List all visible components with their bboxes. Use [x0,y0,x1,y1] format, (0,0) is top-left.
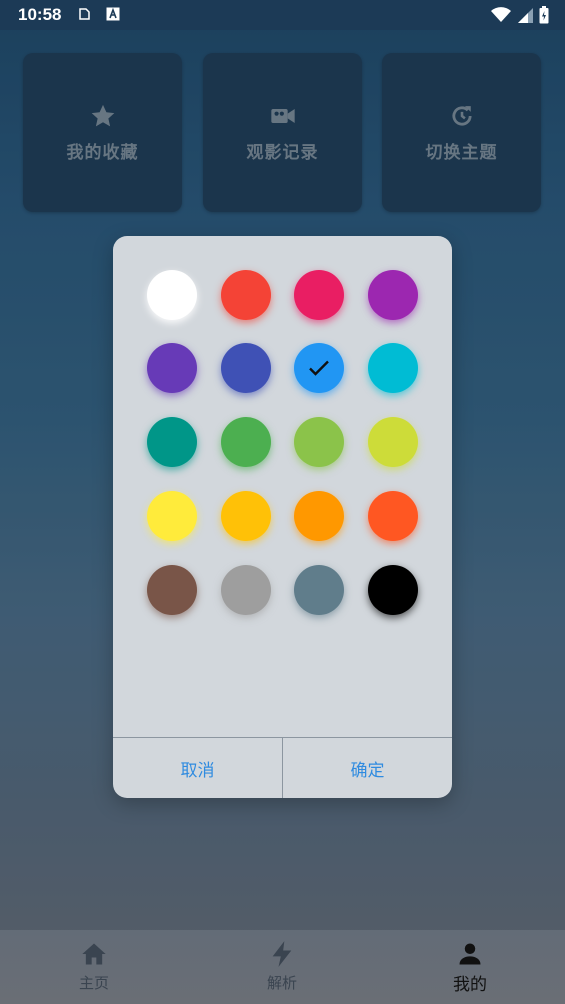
cancel-button[interactable]: 取消 [113,738,282,798]
signal-icon [518,8,533,23]
lightning-icon [272,941,292,967]
nav-profile-label: 我的 [453,975,487,995]
nav-parse-label: 解析 [266,974,297,992]
color-swatch[interactable] [147,417,197,467]
nav-home-label: 主页 [78,974,109,992]
history-icon [451,106,472,126]
home-icon [82,943,106,965]
watch-history-label: 观影记录 [246,143,319,163]
notification-icon [79,8,90,20]
color-swatch[interactable] [221,343,271,393]
color-swatch[interactable] [147,270,197,320]
bottom-nav: 主页 解析 我的 [0,930,565,1004]
color-swatch[interactable] [221,565,271,615]
battery-icon [539,6,549,24]
watch-history-card[interactable]: 观影记录 [203,53,362,212]
color-swatch[interactable] [294,270,344,320]
switch-theme-label: 切换主题 [425,143,498,163]
color-swatch[interactable] [368,417,418,467]
color-swatch[interactable] [221,491,271,541]
color-swatch[interactable] [294,565,344,615]
system-indicators [491,6,549,24]
color-swatch[interactable] [368,565,418,615]
color-swatch[interactable] [221,270,271,320]
favorites-card[interactable]: 我的收藏 [23,53,182,212]
confirm-button[interactable]: 确定 [283,738,452,798]
nav-item-profile[interactable]: 我的 [376,930,564,1004]
app-notification-icon [106,7,120,21]
color-swatch[interactable] [147,565,197,615]
favorites-label: 我的收藏 [66,143,139,163]
color-swatch[interactable] [294,417,344,467]
color-swatch[interactable] [147,343,197,393]
color-swatch[interactable] [368,270,418,320]
color-swatch[interactable] [294,343,344,393]
person-icon [459,943,481,965]
color-swatch[interactable] [294,491,344,541]
color-swatch[interactable] [221,417,271,467]
color-swatch[interactable] [368,491,418,541]
status-bar: 10:58 [0,0,565,30]
color-swatch[interactable] [368,343,418,393]
switch-theme-card[interactable]: 切换主题 [382,53,541,212]
video-camera-icon [270,109,295,123]
nav-item-parse[interactable]: 解析 [188,930,376,1004]
nav-item-home[interactable]: 主页 [0,930,188,1004]
color-swatch[interactable] [147,491,197,541]
wifi-icon [491,7,511,22]
quick-actions: 我的收藏 观影记录 切换主题 [23,53,542,212]
star-icon [91,104,114,127]
dialog-actions: 取消 确定 [113,737,452,798]
color-picker-dialog: 取消 确定 [113,236,452,798]
status-time: 10:58 [18,5,62,24]
checkmark-icon [309,360,329,376]
